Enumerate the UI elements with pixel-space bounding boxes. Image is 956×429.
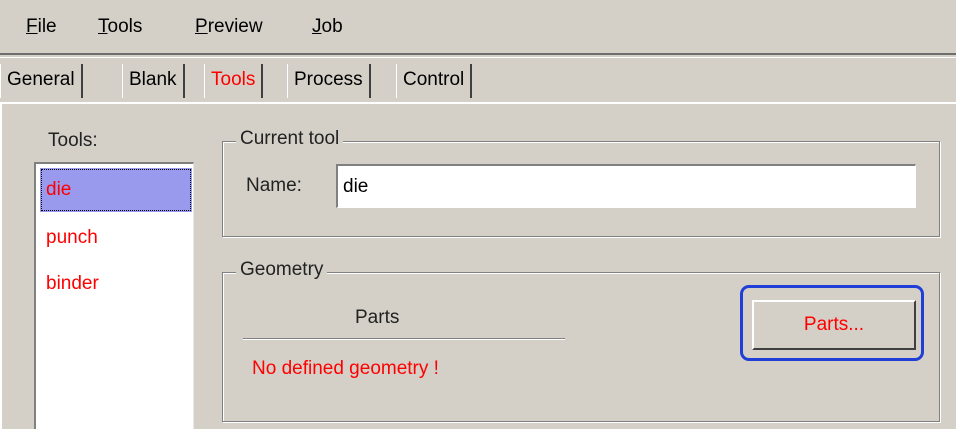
- menu-preview[interactable]: Preview: [195, 16, 263, 38]
- panel-left-edge: [0, 102, 2, 429]
- tools-list-item-binder[interactable]: binder: [40, 262, 192, 306]
- tab-blank[interactable]: Blank: [122, 64, 185, 98]
- geometry-status-text: No defined geometry !: [252, 358, 439, 379]
- menu-file[interactable]: File: [26, 16, 57, 38]
- tool-name-input[interactable]: [336, 164, 916, 208]
- parts-column-header: Parts: [355, 307, 400, 328]
- tab-tools[interactable]: Tools: [204, 64, 264, 98]
- tools-list-item-die[interactable]: die: [40, 168, 192, 212]
- tools-list[interactable]: die punch binder: [34, 162, 194, 429]
- parts-header-divider: [243, 338, 565, 340]
- tab-strip: General Blank Tools Process Control: [0, 60, 956, 102]
- tools-list-label: Tools:: [48, 130, 98, 151]
- menu-job[interactable]: Job: [312, 16, 343, 38]
- current-tool-group-title: Current tool: [236, 128, 344, 150]
- menu-bar: File Tools Preview Job: [0, 0, 956, 55]
- name-label: Name:: [246, 175, 302, 196]
- parts-button[interactable]: Parts...: [752, 300, 916, 350]
- tab-control[interactable]: Control: [396, 64, 473, 98]
- tab-process[interactable]: Process: [287, 64, 371, 98]
- tab-general[interactable]: General: [0, 64, 83, 98]
- tools-list-item-punch[interactable]: punch: [40, 216, 192, 260]
- menu-tools[interactable]: Tools: [98, 16, 142, 38]
- geometry-group-title: Geometry: [236, 259, 328, 281]
- menubar-separator: [0, 57, 956, 58]
